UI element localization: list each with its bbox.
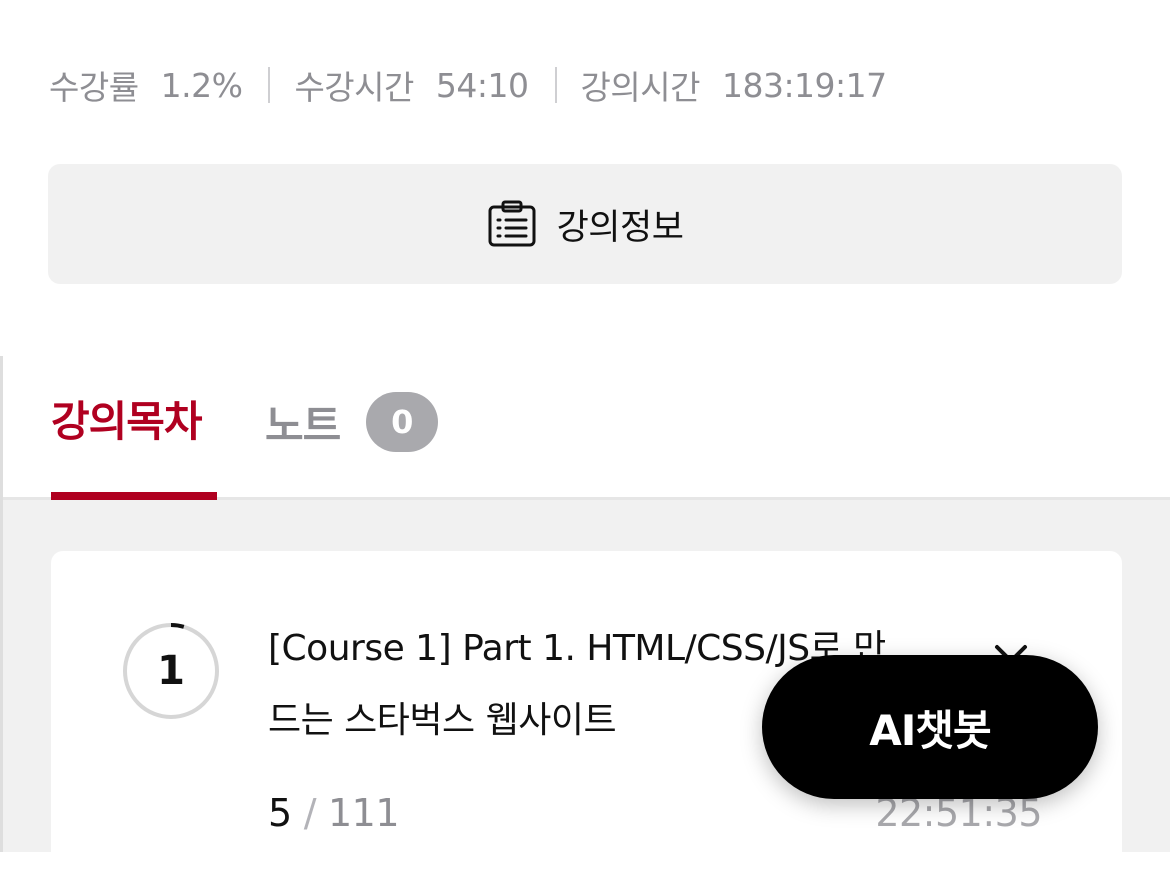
stat-divider — [554, 67, 557, 103]
tab-notes-label: 노트 — [265, 400, 341, 450]
tab-bar: 강의목차 노트 0 — [3, 356, 1170, 503]
count-separator: / — [303, 791, 317, 835]
lessons-completed: 5 — [268, 791, 292, 835]
stat-divider — [268, 67, 271, 103]
lecture-time-value: 183:19:17 — [721, 65, 887, 105]
lessons-total: 111 — [328, 791, 400, 835]
lesson-count: 5/111 — [268, 791, 400, 835]
ai-chatbot-label: AI챗봇 — [869, 705, 991, 755]
notes-count-badge: 0 — [366, 392, 439, 452]
progress-rate-value: 1.2% — [160, 65, 243, 105]
lecture-info-button[interactable]: 강의정보 — [48, 164, 1122, 284]
lecture-info-label: 강의정보 — [556, 207, 684, 248]
tab-notes[interactable]: 노트 0 — [265, 390, 439, 454]
watch-time-label: 수강시간 — [294, 68, 414, 107]
lecture-stats: 수강률 1.2% 수강시간 54:10 강의시간 183:19:17 — [49, 62, 887, 108]
progress-rate-label: 수강률 — [49, 68, 139, 107]
tab-toc-label: 강의목차 — [51, 397, 203, 446]
watch-time-value: 54:10 — [435, 65, 529, 105]
lecture-time-stat: 강의시간 183:19:17 — [580, 61, 888, 109]
ai-chatbot-button[interactable]: AI챗봇 — [762, 655, 1098, 799]
lecture-time-label: 강의시간 — [580, 68, 701, 107]
course-number: 1 — [157, 648, 185, 694]
course-progress-ring: 1 — [121, 621, 221, 721]
progress-rate-stat: 수강률 1.2% — [49, 61, 243, 109]
watch-time-stat: 수강시간 54:10 — [294, 61, 529, 109]
clipboard-list-icon — [487, 200, 537, 248]
tab-table-of-contents[interactable]: 강의목차 — [51, 390, 217, 503]
